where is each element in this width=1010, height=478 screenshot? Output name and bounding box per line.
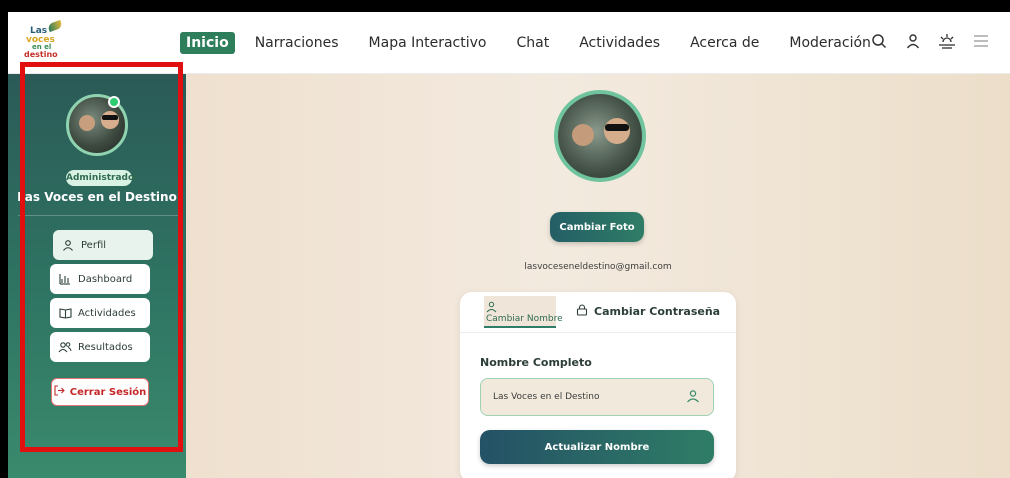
sidebar-item-perfil[interactable]: Perfil xyxy=(53,230,153,260)
sidebar-item-dashboard[interactable]: Dashboard xyxy=(50,264,150,294)
sidebar-item-label: Actividades xyxy=(78,307,136,319)
nav-item-mapa-interactivo[interactable]: Mapa Interactivo xyxy=(369,35,487,51)
tab-change-password[interactable]: Cambiar Contraseña xyxy=(576,304,720,319)
app-window: Las voces en el destino Inicio Narracion… xyxy=(8,12,1010,478)
full-name-input[interactable] xyxy=(480,378,714,416)
tab-label: Cambiar Nombre xyxy=(486,314,563,324)
sidebar-user-name: Las Voces en el Destino xyxy=(17,190,177,204)
profile-photo xyxy=(554,90,646,182)
divider xyxy=(460,332,736,333)
sidebar-item-actividades[interactable]: Actividades xyxy=(50,298,150,328)
nav-item-actividades[interactable]: Actividades xyxy=(579,35,660,51)
book-icon xyxy=(58,306,72,320)
search-icon[interactable] xyxy=(868,30,890,52)
nav-item-narraciones[interactable]: Narraciones xyxy=(255,35,339,51)
field-label: Nombre Completo xyxy=(480,356,592,369)
nav-item-inicio[interactable]: Inicio xyxy=(180,32,235,54)
photo-person xyxy=(604,118,630,144)
user-email: lasvoceseneldestino@gmail.com xyxy=(524,262,672,272)
user-icon[interactable] xyxy=(902,30,924,52)
users-icon xyxy=(58,340,72,354)
tab-label: Cambiar Contraseña xyxy=(594,305,721,318)
sidebar-item-label: Dashboard xyxy=(78,273,133,285)
menu-icon[interactable] xyxy=(970,30,992,52)
profile-main: Cambiar Foto lasvoceseneldestino@gmail.c… xyxy=(186,74,1010,478)
photo-person xyxy=(572,124,594,146)
photo-person xyxy=(101,111,119,129)
logout-label: Cerrar Sesión xyxy=(69,386,147,398)
logo-text: destino xyxy=(24,50,58,59)
main-nav: Inicio Narraciones Mapa Interactivo Chat… xyxy=(180,32,901,54)
logout-icon xyxy=(54,385,65,399)
logout-button[interactable]: Cerrar Sesión xyxy=(51,378,149,406)
update-name-button[interactable]: Actualizar Nombre xyxy=(480,430,714,464)
change-photo-button[interactable]: Cambiar Foto xyxy=(550,212,644,242)
sidebar-item-label: Resultados xyxy=(78,341,133,353)
nav-item-acerca-de[interactable]: Acerca de xyxy=(690,35,759,51)
sidebar-item-label: Perfil xyxy=(81,239,107,251)
photo-detail xyxy=(605,124,629,131)
top-icons xyxy=(856,30,992,52)
account-settings-card: Cambiar Nombre Cambiar Contraseña Nombre… xyxy=(460,292,736,478)
site-logo[interactable]: Las voces en el destino xyxy=(22,19,66,62)
tab-change-name[interactable]: Cambiar Nombre xyxy=(484,296,563,328)
lock-icon xyxy=(576,304,588,319)
user-icon xyxy=(61,238,75,252)
top-navbar: Las voces en el destino Inicio Narracion… xyxy=(8,12,1010,74)
divider xyxy=(18,215,178,216)
photo-detail xyxy=(102,115,118,120)
user-icon xyxy=(686,388,702,404)
feather-icon xyxy=(47,19,63,33)
online-status-dot xyxy=(108,96,120,108)
chart-icon xyxy=(58,272,72,286)
sidebar-item-resultados[interactable]: Resultados xyxy=(50,332,150,362)
profile-sidebar: Administrador Las Voces en el Destino Pe… xyxy=(8,74,186,478)
nav-item-chat[interactable]: Chat xyxy=(517,35,550,51)
sun-horizon-icon[interactable] xyxy=(936,30,958,52)
role-badge: Administrador xyxy=(66,170,139,186)
photo-person xyxy=(79,115,95,131)
